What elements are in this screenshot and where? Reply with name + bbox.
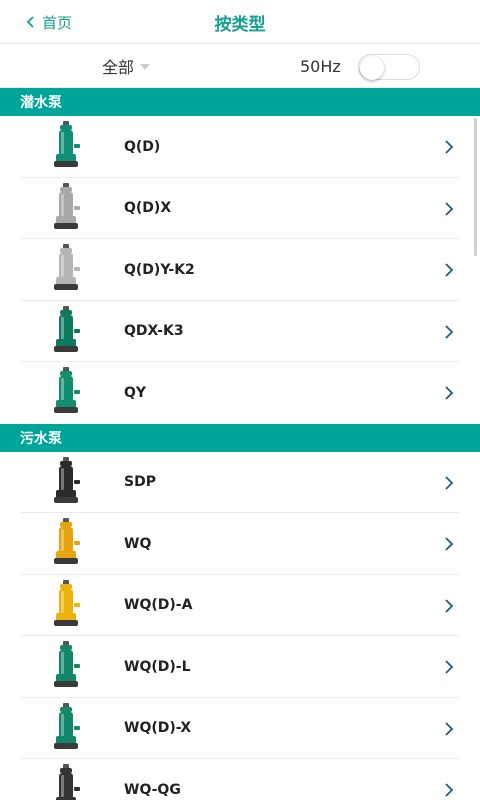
pump-image (48, 640, 84, 692)
list-item[interactable]: Q(D)X (20, 178, 460, 239)
item-name: QDX-K3 (124, 323, 184, 339)
pump-image (48, 579, 84, 631)
chevron-right-icon (444, 201, 454, 217)
frequency-toggle[interactable] (358, 54, 420, 80)
section-header: 潜水泵 (0, 88, 480, 116)
page-title: 按类型 (214, 14, 266, 35)
pump-image (48, 120, 84, 172)
chevron-right-icon (444, 262, 454, 278)
app-root: 首页 按类型 全部 50Hz 潜水泵 Q(D) Q(D)X Q(D)Y-K2 QDX-K… (0, 0, 480, 800)
pump-image (48, 517, 84, 569)
item-name: Q(D) (124, 138, 161, 155)
pump-image (48, 182, 84, 234)
pump-image (48, 305, 84, 357)
section-header: 污水泵 (0, 423, 480, 452)
list-item[interactable]: WQ(D)-X (20, 698, 460, 759)
scrollbar[interactable] (474, 118, 477, 256)
chevron-right-icon (444, 659, 454, 675)
list-item[interactable]: SDP (20, 452, 460, 513)
item-name: WQ-QG (124, 781, 181, 798)
category-selected-label: 全部 (102, 58, 135, 77)
pump-image (48, 366, 84, 418)
list-item[interactable]: Q(D)Y-K2 (20, 239, 460, 301)
item-name: Q(D)Y-K2 (124, 261, 195, 278)
section-items: SDP WQ WQ(D)-A WQ(D)-L WQ(D)-X WQ-QG (0, 452, 480, 800)
item-name: WQ(D)-L (124, 658, 191, 675)
item-name: WQ(D)-A (124, 597, 193, 613)
pump-image (48, 456, 84, 508)
list-item[interactable]: Q(D) (20, 116, 460, 178)
chevron-right-icon (444, 721, 454, 737)
chevron-right-icon (444, 139, 454, 155)
item-name: SDP (124, 474, 156, 490)
pump-image (48, 243, 84, 295)
list-item[interactable]: WQ-QG (20, 759, 460, 800)
frequency-label: 50Hz (300, 56, 341, 76)
item-name: Q(D)X (124, 200, 172, 216)
list-item[interactable]: WQ (20, 513, 460, 575)
chevron-right-icon (444, 536, 454, 552)
caret-down-icon (140, 64, 151, 70)
list-item[interactable]: WQ(D)-L (20, 636, 460, 698)
list-item[interactable]: WQ(D)-A (20, 575, 460, 636)
item-name: QY (124, 384, 147, 401)
chevron-right-icon (444, 598, 454, 614)
filter-bar: 全部 50Hz (0, 44, 480, 88)
section-items: Q(D) Q(D)X Q(D)Y-K2 QDX-K3 QY (0, 116, 480, 424)
chevron-right-icon (444, 475, 454, 491)
product-list: 潜水泵 Q(D) Q(D)X Q(D)Y-K2 QDX-K3 QY 污水泵 SDP WQ WQ(D… (0, 88, 480, 800)
item-name: WQ (124, 535, 152, 552)
chevron-right-icon (444, 324, 454, 340)
item-name: WQ(D)-X (124, 720, 192, 736)
category-dropdown[interactable]: 全部 (102, 44, 151, 88)
list-item[interactable]: QY (20, 362, 460, 424)
toggle-knob (360, 56, 384, 80)
top-nav-bar: 首页 按类型 (0, 0, 480, 44)
chevron-right-icon (444, 385, 454, 401)
pump-image (48, 763, 84, 800)
list-item[interactable]: QDX-K3 (20, 301, 460, 362)
pump-image (48, 702, 84, 754)
chevron-right-icon (444, 782, 454, 798)
